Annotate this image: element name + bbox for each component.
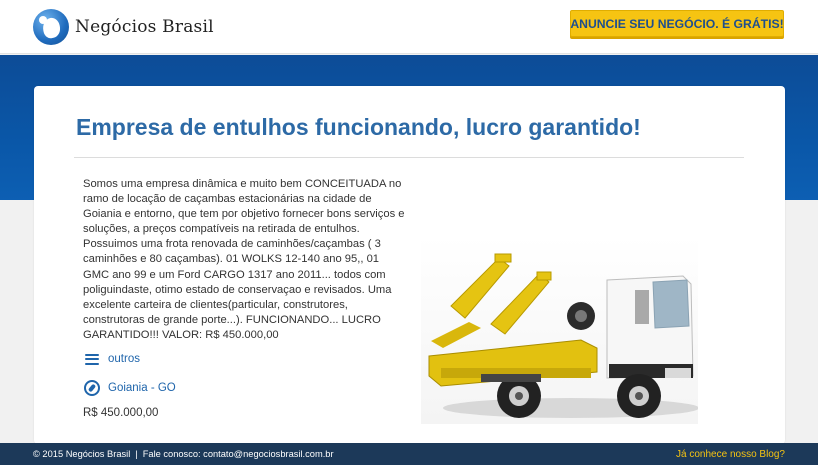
advertise-business-button[interactable]: ANUNCIE SEU NEGÓCIO. É GRÁTIS! <box>570 10 784 37</box>
menu-icon <box>83 350 101 368</box>
site-footer: © 2015 Negócios Brasil | Fale conosco: c… <box>0 443 818 465</box>
site-header: Negócios Brasil ANUNCIE SEU NEGÓCIO. É G… <box>0 0 818 54</box>
listing-category[interactable]: outros <box>83 350 140 368</box>
compass-icon <box>83 379 101 397</box>
globe-icon <box>33 9 69 45</box>
title-divider <box>74 157 744 158</box>
location-label: Goiania - GO <box>108 382 176 394</box>
logo-text: Negócios Brasil <box>75 17 214 37</box>
listing-price: R$ 450.000,00 <box>83 407 159 419</box>
blog-link[interactable]: Já conhece nosso Blog? <box>676 449 785 460</box>
listing-card: Empresa de entulhos funcionando, lucro g… <box>34 86 785 444</box>
footer-separator: | <box>135 449 138 459</box>
footer-contact-link[interactable]: Fale conosco: contato@negociosbrasil.com… <box>143 449 334 459</box>
listing-location[interactable]: Goiania - GO <box>83 379 176 397</box>
listing-description: Somos uma empresa dinâmica e muito bem C… <box>83 178 405 341</box>
listing-title: Empresa de entulhos funcionando, lucro g… <box>76 114 641 140</box>
footer-copyright: © 2015 Negócios Brasil <box>33 449 131 459</box>
category-label: outros <box>108 353 140 365</box>
site-logo[interactable]: Negócios Brasil <box>33 9 214 45</box>
truck-photo <box>421 236 698 424</box>
